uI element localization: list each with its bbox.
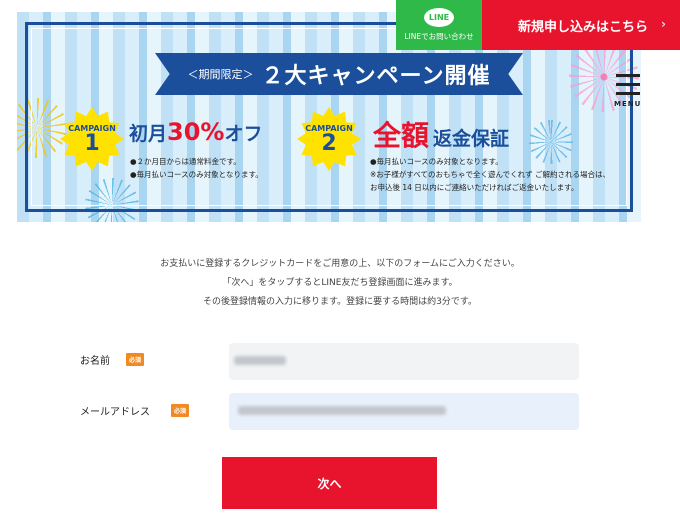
campaign-title-prefix: ＜期間限定＞ <box>187 68 254 81</box>
campaign-2-note: ●毎月払いコースのみ対象となります。 <box>370 157 503 166</box>
campaign-2-note: ※お子様がすべてのおもちゃで全く遊んでくれず ご解約される場合は、 <box>370 170 610 179</box>
intro-text: お支払いに登録するクレジットカードをご用意の上、以下のフォームにご入力ください。… <box>0 255 680 312</box>
page: ＜期間限定＞ ２大キャンペーン開催 CAMPAIGN 1 初月30%オフ ●２か… <box>0 0 680 530</box>
campaign-1-headline-b: オフ <box>224 123 263 145</box>
campaign-1-notes: ●２か月目からは通常料金です。 ●毎月払いコースのみ対象となります。 <box>130 155 263 181</box>
signup-button[interactable]: 新規申し込みはこちら › <box>482 0 680 50</box>
line-icon: LINE <box>424 8 454 27</box>
hamburger-icon <box>616 83 640 86</box>
campaign-2-headline-b: 返金保証 <box>433 128 510 150</box>
campaign-1-note: ●２か月目からは通常料金です。 <box>130 157 241 166</box>
campaign-2-headline-highlight: 全額 <box>373 119 430 152</box>
menu-button[interactable]: MENU <box>613 70 643 112</box>
name-label: お名前 <box>80 356 110 367</box>
intro-line: 「次へ」をタップするとLINE友だち登録画面に進みます。 <box>222 278 458 288</box>
campaign-2-headline: 全額 返金保証 <box>373 114 509 154</box>
hamburger-icon <box>616 74 640 77</box>
chevron-right-icon: › <box>661 17 666 31</box>
hamburger-icon <box>616 92 640 95</box>
campaign-1-headline-a: 初月 <box>129 123 168 145</box>
menu-label: MENU <box>614 100 642 108</box>
line-contact-label: LINEでお問い合わせ <box>404 32 474 41</box>
campaign-2-notes: ●毎月払いコースのみ対象となります。 ※お子様がすべてのおもちゃで全く遊んでくれ… <box>370 155 610 194</box>
campaign-1-note: ●毎月払いコースのみ対象となります。 <box>130 170 263 179</box>
campaign-1-headline: 初月30%オフ <box>129 118 262 146</box>
next-button[interactable]: 次へ <box>222 457 437 509</box>
line-contact-button[interactable]: LINE LINEでお問い合わせ <box>396 0 482 50</box>
signup-button-label: 新規申し込みはこちら <box>518 19 649 35</box>
intro-line: お支払いに登録するクレジットカードをご用意の上、以下のフォームにご入力ください。 <box>160 259 520 269</box>
redacted-name-value <box>234 356 286 365</box>
name-required-badge: 必須 <box>126 353 145 366</box>
campaign-2-badge-number: 2 <box>321 130 337 156</box>
redacted-email-value <box>238 406 446 415</box>
email-label: メールアドレス <box>80 407 150 418</box>
campaign-title-text: ２大キャンペーン開催 <box>261 64 491 89</box>
campaign-2-note: お申込後 14 日以内にご連絡いただければご返金いたします。 <box>370 183 579 192</box>
campaign-1-headline-highlight: 30% <box>167 118 225 146</box>
campaign-1-badge-number: 1 <box>84 130 100 156</box>
email-required-badge: 必須 <box>171 404 190 417</box>
intro-line: その後登録情報の入力に移ります。登録に要する時間は約3分です。 <box>203 297 477 307</box>
campaign-title: ＜期間限定＞ ２大キャンペーン開催 <box>155 53 523 95</box>
